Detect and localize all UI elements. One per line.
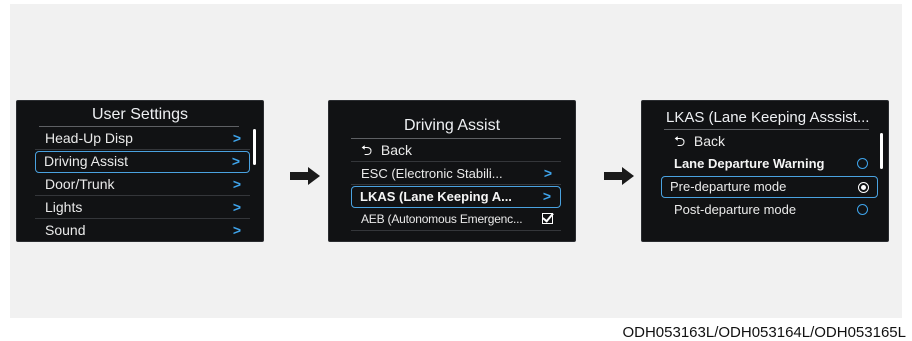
back-arrow-icon: ⮌: [361, 142, 373, 158]
chevron-right-icon: >: [232, 199, 241, 215]
chevron-right-icon: >: [231, 153, 240, 169]
back-label: Back: [380, 142, 413, 158]
menu-item-label: ESC (Electronic Stabili...: [361, 166, 503, 181]
checkbox-icon[interactable]: [542, 213, 553, 224]
option-label: Pre-departure mode: [670, 179, 787, 194]
option-label: Lane Departure Warning: [674, 156, 825, 171]
menu-item-lkas[interactable]: LKAS (Lane Keeping A... >: [351, 186, 561, 208]
option-pre-departure-mode[interactable]: Pre-departure mode: [661, 176, 878, 198]
option-lane-departure-warning[interactable]: Lane Departure Warning: [664, 153, 876, 175]
menu-item-driving-assist[interactable]: Driving Assist >: [35, 151, 250, 173]
screen-title: User Settings: [91, 106, 189, 123]
driving-assist-screen: Driving Assist ⮌ Back ESC (Electronic St…: [328, 100, 576, 242]
menu-item-door-trunk[interactable]: Door/Trunk >: [35, 174, 250, 196]
menu-item-label: Sound: [45, 222, 86, 238]
right-arrow-icon: [604, 167, 634, 185]
back-label: Back: [693, 133, 726, 149]
title-divider: [351, 138, 561, 139]
back-button[interactable]: ⮌ Back: [664, 131, 876, 153]
back-button[interactable]: ⮌ Back: [351, 140, 561, 162]
option-label: Post-departure mode: [674, 202, 797, 217]
menu-item-esc[interactable]: ESC (Electronic Stabili... >: [351, 163, 561, 185]
screen-title: LKAS (Lane Keeping Asssist...: [666, 109, 870, 126]
menu-item-label: Driving Assist: [44, 153, 129, 169]
menu-item-label: Door/Trunk: [45, 176, 115, 192]
chevron-right-icon: >: [543, 165, 552, 181]
title-divider: [664, 129, 869, 130]
menu-item-label: Lights: [45, 199, 83, 215]
title-divider: [39, 126, 239, 127]
menu-item-label: Head-Up Disp: [45, 130, 133, 146]
radio-button-icon[interactable]: [857, 204, 868, 215]
lkas-screen: LKAS (Lane Keeping Asssist... ⮌ Back Lan…: [641, 100, 889, 242]
menu-item-label: AEB (Autonomous Emergenc...: [361, 212, 523, 226]
back-arrow-icon: ⮌: [674, 133, 686, 149]
radio-button-selected-icon[interactable]: [858, 182, 869, 193]
chevron-right-icon: >: [542, 188, 551, 204]
chevron-right-icon: >: [232, 130, 241, 146]
screen-title: Driving Assist: [403, 117, 501, 134]
menu-item-lights[interactable]: Lights >: [35, 197, 250, 219]
menu-item-head-up-disp[interactable]: Head-Up Disp >: [35, 128, 250, 150]
option-post-departure-mode[interactable]: Post-departure mode: [664, 199, 876, 221]
radio-button-icon[interactable]: [857, 158, 868, 169]
chevron-right-icon: >: [232, 176, 241, 192]
scrollbar[interactable]: [253, 129, 256, 165]
scrollbar[interactable]: [880, 133, 883, 169]
menu-item-sound[interactable]: Sound >: [35, 220, 250, 242]
chevron-right-icon: >: [232, 222, 241, 238]
menu-item-aeb[interactable]: AEB (Autonomous Emergenc...: [351, 209, 561, 231]
figure-caption: ODH053163L/ODH053164L/ODH053165L: [622, 324, 906, 341]
user-settings-screen: User Settings Head-Up Disp > Driving Ass…: [16, 100, 264, 242]
menu-item-label: LKAS (Lane Keeping A...: [360, 189, 512, 204]
right-arrow-icon: [290, 167, 320, 185]
